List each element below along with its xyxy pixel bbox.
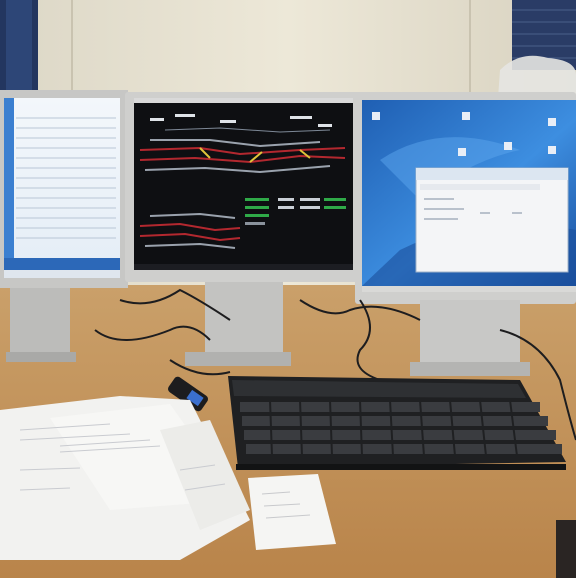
open-window — [415, 167, 569, 273]
keyboard — [228, 376, 566, 470]
left-monitor-stand — [10, 288, 70, 360]
desk-photo — [0, 0, 576, 578]
center-screen — [134, 98, 353, 270]
desktop-icon — [548, 118, 556, 126]
desktop-icon — [372, 112, 380, 120]
dark-object — [556, 520, 576, 578]
center-monitor-stand — [205, 282, 283, 362]
desktop-icon — [504, 142, 512, 150]
desktop-icon — [458, 148, 466, 156]
desktop-icon — [548, 146, 556, 154]
desktop-icon — [462, 112, 470, 120]
